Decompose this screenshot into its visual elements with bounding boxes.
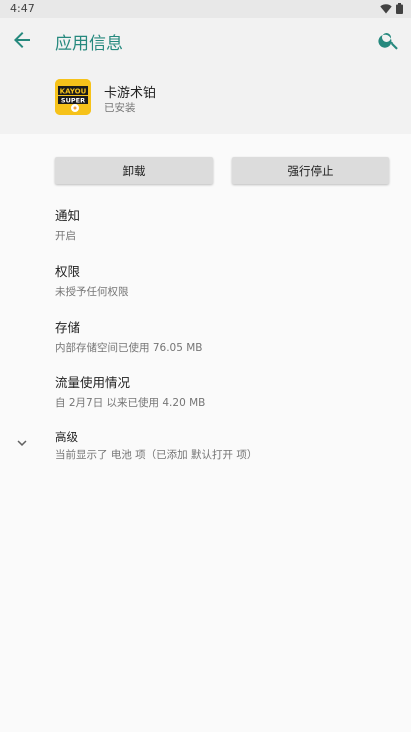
logo-text-bottom: SUPER [61, 97, 85, 105]
item-subtitle: 自 2月7日 以来已使用 4.20 MB [55, 397, 206, 409]
wifi-icon [380, 3, 392, 13]
permissions-item[interactable]: 权限 未授予任何权限 [55, 261, 129, 299]
force-stop-button[interactable]: 强行停止 [232, 157, 389, 184]
page-title: 应用信息 [55, 34, 123, 54]
notifications-item[interactable]: 通知 开启 [55, 205, 80, 243]
status-icons [380, 3, 403, 14]
storage-item[interactable]: 存储 内部存储空间已使用 76.05 MB [55, 317, 203, 355]
item-title: 流量使用情况 [55, 375, 131, 390]
data-usage-item[interactable]: 流量使用情况 自 2月7日 以来已使用 4.20 MB [55, 372, 205, 410]
item-title: 存储 [55, 320, 81, 335]
status-time: 4:47 [10, 2, 35, 15]
chevron-down-icon[interactable] [13, 434, 31, 452]
item-subtitle: 当前显示了 电池 项（已添加 默认打开 项） [55, 449, 258, 461]
item-subtitle: 未授予任何权限 [55, 286, 129, 298]
logo-text-top: KAYOU [60, 88, 87, 96]
status-bar: 4:47 [0, 0, 411, 18]
uninstall-button[interactable]: 卸载 [55, 157, 213, 184]
app-icon: KAYOU SUPER [55, 79, 91, 115]
item-title: 高级 [55, 430, 78, 444]
battery-icon [396, 3, 403, 14]
item-subtitle: 内部存储空间已使用 76.05 MB [55, 342, 203, 354]
item-title: 权限 [55, 264, 81, 279]
app-name: 卡游术铂 [104, 86, 157, 101]
app-header: KAYOU SUPER 卡游术铂 已安装 [0, 64, 411, 134]
back-arrow-icon[interactable] [10, 28, 34, 52]
item-subtitle: 开启 [55, 230, 76, 242]
app-bar: 应用信息 [0, 18, 411, 64]
search-icon[interactable] [377, 28, 401, 52]
app-status: 已安装 [104, 102, 136, 114]
advanced-item[interactable]: 高级 当前显示了 电池 项（已添加 默认打开 项） [55, 429, 257, 462]
item-title: 通知 [55, 208, 81, 223]
app-logo-icon: KAYOU SUPER [55, 79, 91, 115]
